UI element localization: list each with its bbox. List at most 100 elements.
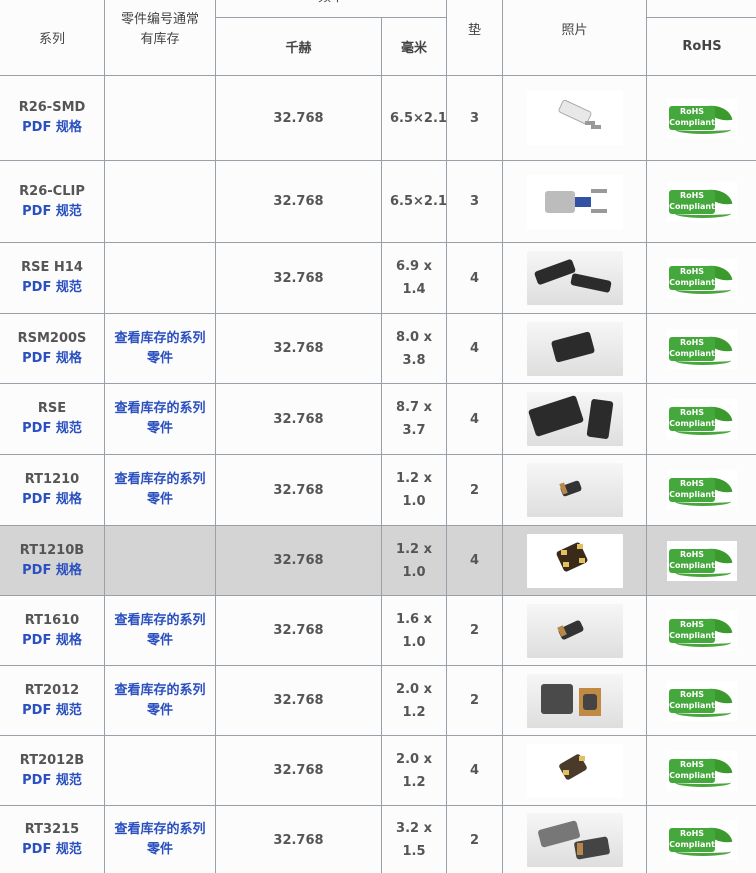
size-cell: 8.7 x 3.7 bbox=[380, 383, 448, 455]
pdf-spec-link[interactable]: PDF 规范 bbox=[0, 701, 104, 721]
series-name: RT1210B bbox=[19, 542, 85, 558]
view-stock-link[interactable]: 查看库存的系列零件 bbox=[105, 820, 215, 860]
photo-cell bbox=[502, 665, 648, 736]
size-cell: 2.0 x 1.2 bbox=[380, 665, 448, 736]
header-pads: 垫 bbox=[446, 0, 504, 76]
view-stock-link[interactable]: 查看库存的系列零件 bbox=[105, 399, 215, 439]
size-cell: 1.6 x 1.0 bbox=[380, 595, 448, 666]
photo-cell bbox=[502, 805, 648, 873]
pads-cell: 4 bbox=[446, 383, 504, 455]
stock-cell: 查看库存的系列零件 bbox=[104, 454, 216, 526]
product-photo bbox=[503, 174, 646, 229]
rohs-compliant-icon: RoHS Compliant bbox=[667, 258, 738, 298]
header-part-stock: 零件编号通常有库存 bbox=[104, 0, 216, 76]
photo-cell bbox=[502, 75, 648, 161]
photo-cell bbox=[502, 383, 648, 455]
table-row: R26-SMD PDF 规格 32.768 6.5×2.1 3 RoHS Compliant bbox=[0, 75, 756, 161]
pdf-spec-link[interactable]: PDF 规格 bbox=[0, 349, 104, 369]
rohs-compliant-icon: RoHS Compliant bbox=[667, 98, 738, 138]
view-stock-link[interactable]: 查看库存的系列零件 bbox=[105, 470, 215, 510]
pdf-spec-link[interactable]: PDF 规范 bbox=[0, 278, 104, 298]
product-photo bbox=[503, 321, 646, 376]
product-table: 系列 零件编号通常有库存 频率 垫 照片 千赫 毫米 RoHS R26-SMD P… bbox=[0, 0, 756, 873]
photo-cell bbox=[502, 454, 648, 526]
product-photo bbox=[503, 251, 646, 305]
frequency-cell: 32.768 bbox=[215, 595, 382, 666]
pads-cell: 2 bbox=[446, 595, 504, 666]
pdf-spec-link[interactable]: PDF 规范 bbox=[0, 771, 104, 791]
table-row: RT3215 PDF 规范 查看库存的系列零件 32.768 3.2 x 1.5 2 RoH… bbox=[0, 805, 756, 873]
table-row: RSE H14 PDF 规范 32.768 6.9 x 1.4 4 RoHS Complia… bbox=[0, 242, 756, 314]
series-name: RSM200S bbox=[17, 330, 87, 346]
stock-cell: 查看库存的系列零件 bbox=[104, 805, 216, 873]
product-table-viewport: 系列 零件编号通常有库存 频率 垫 照片 千赫 毫米 RoHS R26-SMD P… bbox=[0, 0, 756, 873]
view-stock-link[interactable]: 查看库存的系列零件 bbox=[105, 681, 215, 721]
series-cell: RSE H14 PDF 规范 bbox=[0, 242, 105, 314]
size-cell: 8.0 x 3.8 bbox=[380, 313, 448, 384]
pads-cell: 4 bbox=[446, 735, 504, 806]
pdf-spec-link[interactable]: PDF 规范 bbox=[0, 419, 104, 439]
product-photo bbox=[503, 392, 646, 446]
pdf-spec-link[interactable]: PDF 规格 bbox=[0, 561, 104, 581]
rohs-compliant-icon: RoHS Compliant bbox=[667, 820, 738, 860]
pdf-spec-link[interactable]: PDF 规格 bbox=[0, 490, 104, 510]
frequency-cell: 32.768 bbox=[215, 525, 382, 596]
header-mm: 毫米 bbox=[380, 17, 448, 76]
table-row: RT2012B PDF 规范 32.768 2.0 x 1.2 4 RoHS Complia… bbox=[0, 735, 756, 806]
pads-cell: 2 bbox=[446, 454, 504, 526]
view-stock-link[interactable]: 查看库存的系列零件 bbox=[105, 329, 215, 369]
series-name: RT1610 bbox=[24, 612, 80, 628]
table-row: R26-CLIP PDF 规范 32.768 6.5×2.1 3 RoHS Complian… bbox=[0, 160, 756, 243]
series-cell: R26-SMD PDF 规格 bbox=[0, 75, 105, 161]
header-series: 系列 bbox=[0, 0, 105, 76]
series-cell: RT1210B PDF 规格 bbox=[0, 525, 105, 596]
rohs-compliant-icon: RoHS Compliant bbox=[667, 470, 738, 510]
photo-cell bbox=[502, 735, 648, 806]
header-rohs-top bbox=[646, 0, 756, 18]
rohs-compliant-icon: RoHS Compliant bbox=[667, 750, 738, 791]
rohs-compliant-icon: RoHS Compliant bbox=[667, 540, 738, 581]
series-cell: RT2012 PDF 规范 bbox=[0, 665, 105, 736]
size-cell: 3.2 x 1.5 bbox=[380, 805, 448, 873]
size-cell: 6.5×2.1 bbox=[380, 160, 448, 243]
pads-cell: 2 bbox=[446, 665, 504, 736]
stock-cell: 查看库存的系列零件 bbox=[104, 383, 216, 455]
pads-cell: 3 bbox=[446, 75, 504, 161]
series-name: RT2012 bbox=[24, 682, 80, 698]
series-cell: RSE PDF 规范 bbox=[0, 383, 105, 455]
table-row: RT1210 PDF 规格 查看库存的系列零件 32.768 1.2 x 1.0 2 RoH… bbox=[0, 454, 756, 526]
frequency-cell: 32.768 bbox=[215, 735, 382, 806]
header-khz: 千赫 bbox=[215, 17, 382, 76]
product-photo bbox=[503, 463, 646, 517]
pads-cell: 4 bbox=[446, 242, 504, 314]
rohs-cell: RoHS Compliant bbox=[646, 525, 756, 596]
stock-cell: 查看库存的系列零件 bbox=[104, 595, 216, 666]
frequency-cell: 32.768 bbox=[215, 75, 382, 161]
pdf-spec-link[interactable]: PDF 规格 bbox=[0, 631, 104, 651]
rohs-cell: RoHS Compliant bbox=[646, 383, 756, 455]
table-row: RSM200S PDF 规格 查看库存的系列零件 32.768 8.0 x 3.8 4 Ro… bbox=[0, 313, 756, 384]
series-cell: RSM200S PDF 规格 bbox=[0, 313, 105, 384]
stock-cell bbox=[104, 242, 216, 314]
photo-cell bbox=[502, 525, 648, 596]
series-name: RT2012B bbox=[19, 752, 85, 768]
series-cell: RT2012B PDF 规范 bbox=[0, 735, 105, 806]
rohs-cell: RoHS Compliant bbox=[646, 75, 756, 161]
pdf-spec-link[interactable]: PDF 规格 bbox=[0, 118, 104, 138]
series-cell: RT3215 PDF 规范 bbox=[0, 805, 105, 873]
stock-cell bbox=[104, 735, 216, 806]
pdf-spec-link[interactable]: PDF 规范 bbox=[0, 202, 104, 222]
pdf-spec-link[interactable]: PDF 规范 bbox=[0, 840, 104, 860]
view-stock-link[interactable]: 查看库存的系列零件 bbox=[105, 611, 215, 651]
table-row: RT1610 PDF 规格 查看库存的系列零件 32.768 1.6 x 1.0 2 RoH… bbox=[0, 595, 756, 666]
product-photo bbox=[503, 603, 646, 658]
stock-cell: 查看库存的系列零件 bbox=[104, 665, 216, 736]
frequency-cell: 32.768 bbox=[215, 313, 382, 384]
series-cell: R26-CLIP PDF 规范 bbox=[0, 160, 105, 243]
rohs-cell: RoHS Compliant bbox=[646, 242, 756, 314]
rohs-cell: RoHS Compliant bbox=[646, 160, 756, 243]
series-name: R26-CLIP bbox=[19, 183, 85, 199]
product-photo bbox=[503, 91, 646, 145]
rohs-compliant-icon: RoHS Compliant bbox=[667, 181, 738, 222]
header-frequency: 频率 bbox=[214, 0, 448, 18]
